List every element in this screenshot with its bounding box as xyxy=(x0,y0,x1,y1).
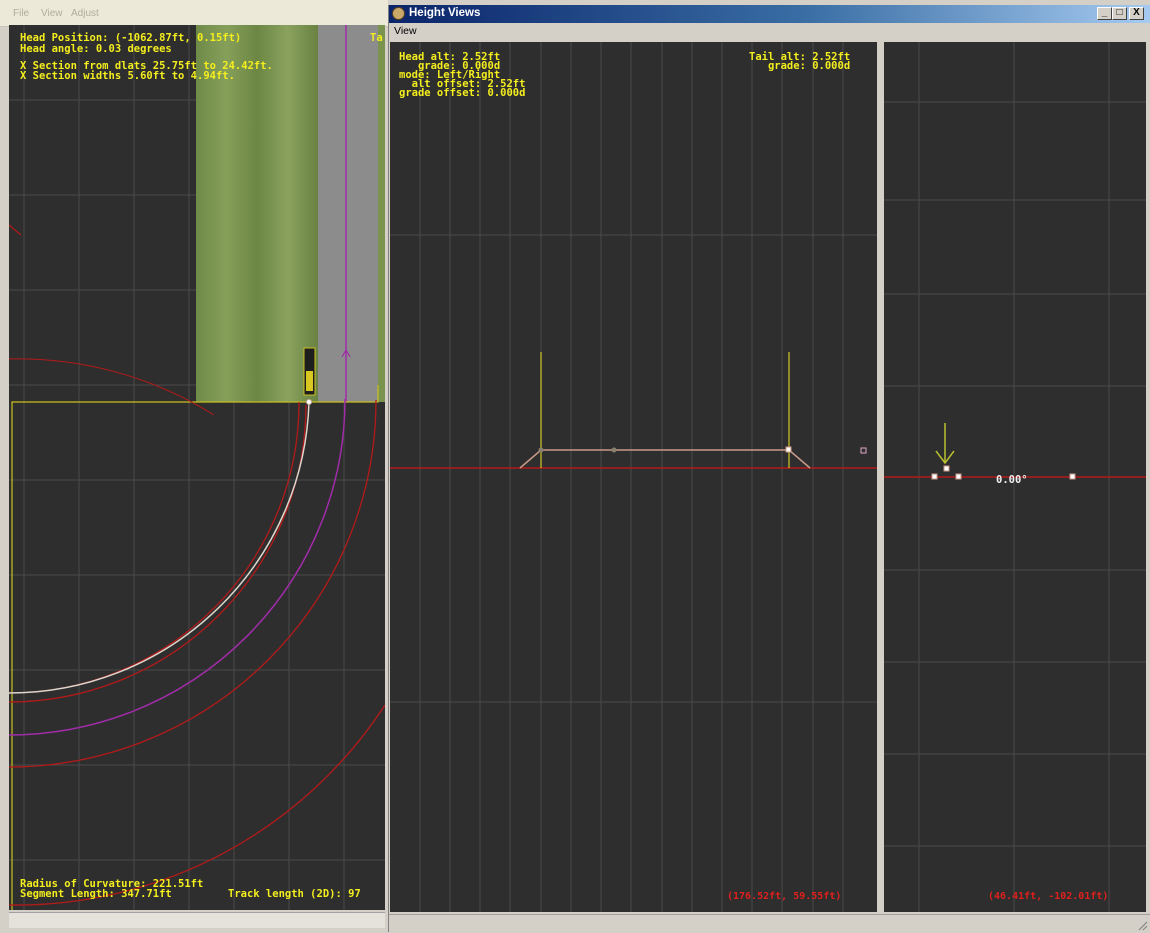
maximize-icon[interactable]: □ xyxy=(1112,7,1127,20)
height-views-window: Height Views _ □ X View Head alt: 2.52ft… xyxy=(388,5,1150,933)
cross-handle-top[interactable] xyxy=(943,465,950,472)
left-coord-readout: (176.52ft, 59.55ft) xyxy=(727,891,842,902)
cross-section-view[interactable]: 0.00° (46.41ft, -102.01ft) xyxy=(884,42,1146,912)
head-handle[interactable] xyxy=(538,447,544,453)
mid-handle[interactable] xyxy=(611,447,617,453)
hud-section-widths: X Section widths 5.60ft to 4.94ft. xyxy=(20,70,235,82)
hud-top-right: Ta xyxy=(370,32,383,44)
cross-handle-right[interactable] xyxy=(1069,473,1076,480)
down-arrow-icon xyxy=(935,423,955,465)
grade-offset: grade offset: 0.000d xyxy=(399,87,526,99)
bank-angle-label: 0.00° xyxy=(996,474,1028,486)
height-profile xyxy=(519,449,811,469)
track-editor-window: File View Adjust Head Position: (-1062.8… xyxy=(0,0,388,932)
hud-segment-length: Segment Length: 347.71ft xyxy=(20,888,172,900)
right-coord-readout: (46.41ft, -102.01ft) xyxy=(988,891,1109,902)
hud-track-length: Track length (2D): 97 xyxy=(228,888,361,900)
cross-handle-mid[interactable] xyxy=(955,473,962,480)
height-grid-left xyxy=(390,42,877,912)
main-status-bar xyxy=(9,912,385,928)
extra-handle[interactable] xyxy=(860,447,867,454)
road-texture xyxy=(318,25,378,402)
cross-handle-left[interactable] xyxy=(931,473,938,480)
hud-head-angle: Head angle: 0.03 degrees xyxy=(20,43,172,55)
close-icon[interactable]: X xyxy=(1129,7,1144,20)
vehicle-body xyxy=(306,371,313,391)
menu-view[interactable]: View xyxy=(41,8,63,19)
menu-view[interactable]: View xyxy=(394,25,417,37)
height-status-bar xyxy=(389,914,1150,933)
minimize-icon[interactable]: _ xyxy=(1097,7,1112,20)
window-title: Height Views xyxy=(409,7,481,19)
plan-view-drawing xyxy=(9,25,385,910)
app-icon[interactable] xyxy=(392,7,405,20)
segment-selection-box xyxy=(11,385,379,910)
menu-adjust[interactable]: Adjust xyxy=(71,8,99,19)
menu-file[interactable]: File xyxy=(13,8,29,19)
longitudinal-drawing xyxy=(390,42,877,912)
grass-edge-texture xyxy=(378,25,385,402)
tail-handle[interactable] xyxy=(785,446,792,453)
tail-grade: grade: 0.000d xyxy=(749,60,851,72)
curve-head-handle[interactable] xyxy=(306,399,312,405)
title-bar[interactable]: Height Views _ □ X xyxy=(389,5,1150,23)
main-menubar: File View Adjust xyxy=(0,0,388,27)
resize-grip-icon[interactable] xyxy=(1136,919,1148,931)
plan-view-canvas[interactable]: Head Position: (-1062.87ft, 0.15ft) Head… xyxy=(9,25,385,910)
longitudinal-height-view[interactable]: Head alt: 2.52ft grade: 0.000d mode: Lef… xyxy=(390,42,877,912)
height-menubar: View xyxy=(389,23,1150,40)
